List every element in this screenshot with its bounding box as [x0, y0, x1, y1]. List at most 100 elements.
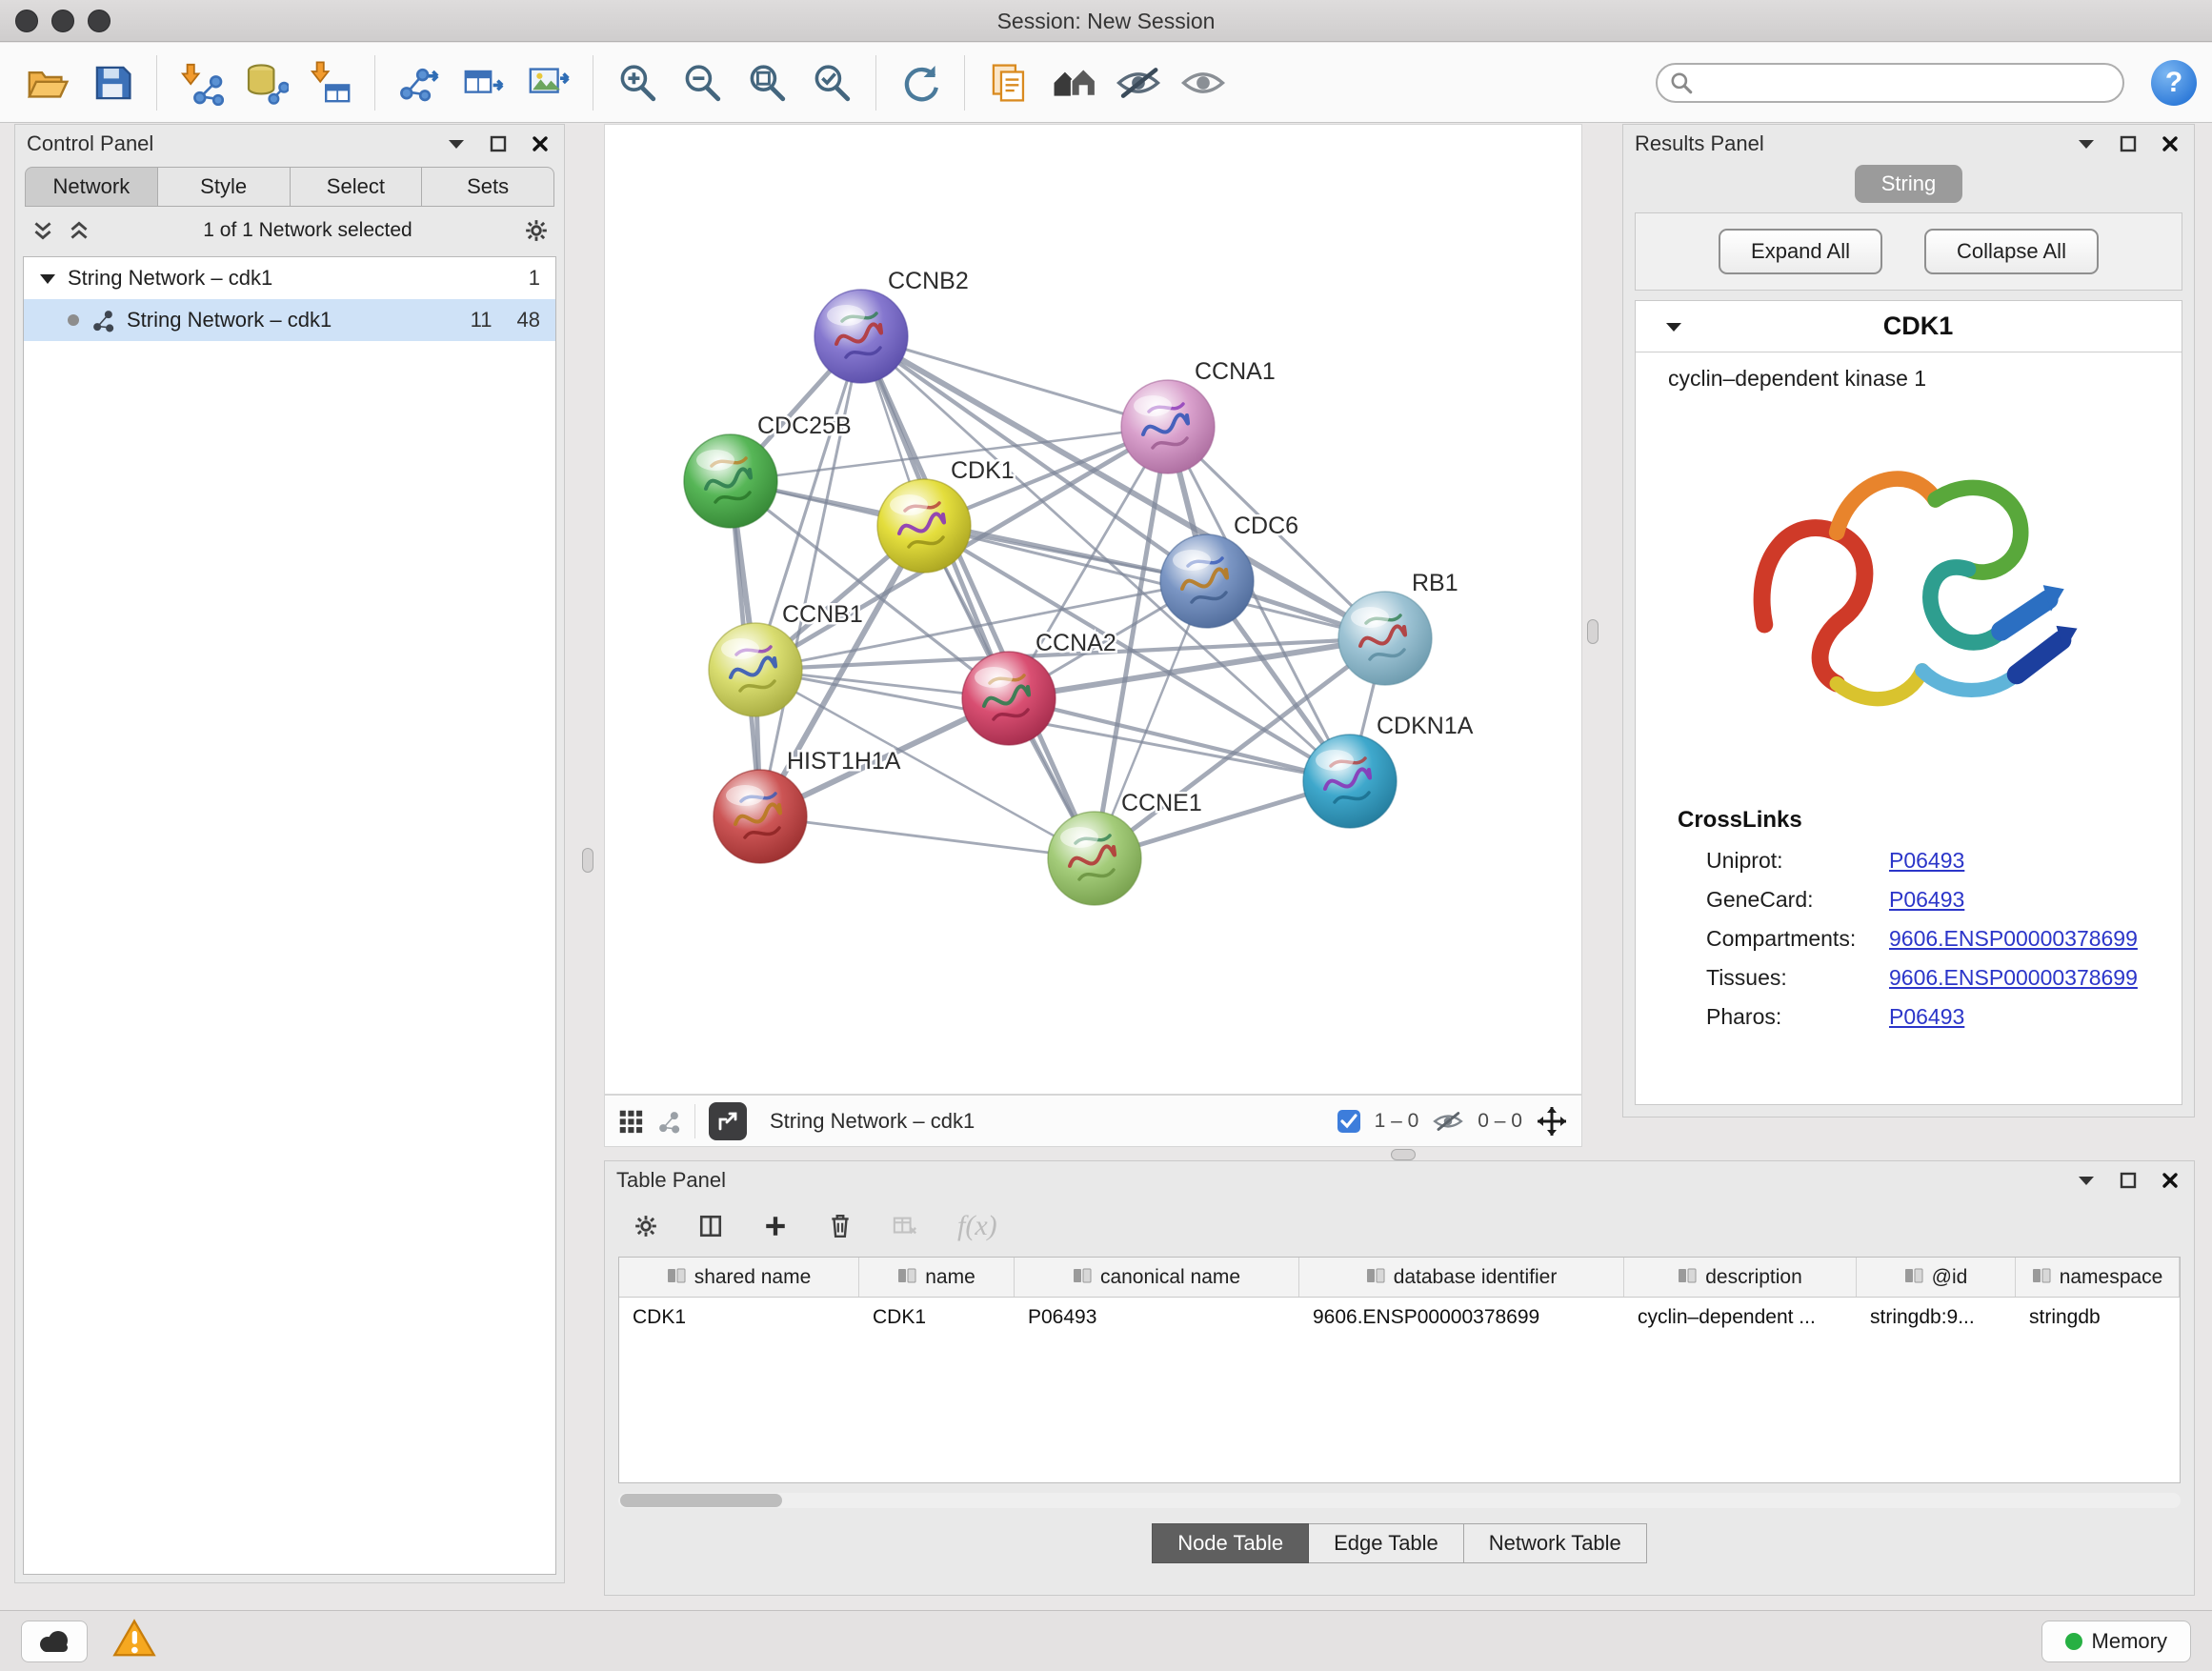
export-network-button[interactable]: [392, 56, 446, 110]
export-table-button[interactable]: [457, 56, 511, 110]
pan-crosshair-icon[interactable]: [1536, 1105, 1568, 1137]
column-header-namespace[interactable]: namespace: [2016, 1258, 2180, 1297]
memory-button[interactable]: Memory: [2041, 1621, 2191, 1662]
show-graphics-details-button[interactable]: [1176, 56, 1230, 110]
tab-network-table[interactable]: Network Table: [1464, 1523, 1647, 1563]
memory-label: Memory: [2092, 1629, 2167, 1654]
apply-layout-button[interactable]: [894, 56, 947, 110]
zoom-fit-button[interactable]: [740, 56, 794, 110]
table-cell[interactable]: CDK1: [619, 1298, 859, 1338]
scrollbar-thumb[interactable]: [620, 1494, 782, 1507]
network-share-button[interactable]: [656, 1109, 681, 1134]
float-panel-button[interactable]: [444, 131, 469, 156]
bottom-splitter-handle[interactable]: [1391, 1149, 1416, 1160]
command-documents-button[interactable]: [982, 56, 1036, 110]
network-node-CDKN1A[interactable]: CDKN1A: [1303, 713, 1474, 828]
maximize-panel-button[interactable]: [2116, 131, 2141, 156]
tab-edge-table[interactable]: Edge Table: [1309, 1523, 1464, 1563]
add-column-button[interactable]: [763, 1214, 788, 1238]
home-button[interactable]: [1047, 56, 1100, 110]
zoom-out-button[interactable]: [675, 56, 729, 110]
column-header-database-identifier[interactable]: database identifier: [1299, 1258, 1624, 1297]
cloud-status-button[interactable]: [21, 1621, 88, 1662]
tab-string[interactable]: String: [1855, 165, 1962, 203]
crosslink-value[interactable]: P06493: [1889, 848, 1964, 874]
show-columns-button[interactable]: [698, 1214, 723, 1238]
close-panel-button[interactable]: [528, 131, 553, 156]
open-in-new-window-button[interactable]: [709, 1102, 747, 1140]
node-label: CDK1: [951, 457, 1015, 484]
column-header-canonical-name[interactable]: canonical name: [1015, 1258, 1299, 1297]
export-image-icon: [526, 60, 572, 106]
network-edge[interactable]: [760, 816, 1095, 858]
network-edge[interactable]: [861, 336, 1168, 427]
network-node-CCNB1[interactable]: CCNB1: [709, 601, 863, 716]
close-panel-button[interactable]: [2158, 131, 2182, 156]
birdseye-view-button[interactable]: [618, 1109, 643, 1134]
network-node-RB1[interactable]: RB1: [1338, 570, 1458, 685]
collapse-all-button[interactable]: Collapse All: [1924, 229, 2099, 274]
zoom-selected-button[interactable]: [805, 56, 858, 110]
warnings-indicator[interactable]: [112, 1619, 156, 1663]
import-table-button[interactable]: [304, 56, 357, 110]
float-panel-button[interactable]: [2074, 1168, 2099, 1193]
save-session-button[interactable]: [86, 56, 139, 110]
export-image-button[interactable]: [522, 56, 575, 110]
left-splitter-handle[interactable]: [582, 848, 593, 873]
table-row[interactable]: CDK1CDK1P064939606.ENSP00000378699cyclin…: [619, 1298, 2180, 1338]
crosslink-value[interactable]: P06493: [1889, 887, 1964, 913]
network-node-CCNB2[interactable]: CCNB2: [814, 268, 969, 383]
collapse-tree-button[interactable]: [67, 218, 91, 243]
network-options-gear-button[interactable]: [524, 218, 549, 243]
table-cell[interactable]: stringdb:9...: [1857, 1298, 2016, 1338]
column-header-shared-name[interactable]: shared name: [619, 1258, 859, 1297]
table-options-gear-button[interactable]: [633, 1214, 658, 1238]
network-node-CDK1[interactable]: CDK1: [877, 457, 1015, 573]
crosslink-value[interactable]: 9606.ENSP00000378699: [1889, 965, 2138, 991]
hide-graphics-details-button[interactable]: [1112, 56, 1165, 110]
zoom-in-button[interactable]: [611, 56, 664, 110]
maximize-panel-button[interactable]: [486, 131, 511, 156]
tab-select[interactable]: Select: [291, 167, 423, 207]
help-button[interactable]: ?: [2151, 60, 2197, 106]
tab-network[interactable]: Network: [25, 167, 158, 207]
hidden-eye-slash-icon[interactable]: [1432, 1108, 1464, 1135]
crosslink-value[interactable]: P06493: [1889, 1004, 1964, 1030]
right-splitter-handle[interactable]: [1587, 619, 1599, 644]
network-node-CCNA1[interactable]: CCNA1: [1121, 358, 1276, 473]
column-header-name[interactable]: name: [859, 1258, 1015, 1297]
import-network-database-button[interactable]: [239, 56, 292, 110]
network-node-HIST1H1A[interactable]: HIST1H1A: [714, 748, 901, 863]
table-cell[interactable]: cyclin–dependent ...: [1624, 1298, 1857, 1338]
expand-tree-button[interactable]: [30, 218, 55, 243]
table-horizontal-scrollbar[interactable]: [618, 1493, 2181, 1508]
tab-node-table[interactable]: Node Table: [1152, 1523, 1309, 1563]
table-cell[interactable]: 9606.ENSP00000378699: [1299, 1298, 1624, 1338]
table-cell[interactable]: P06493: [1015, 1298, 1299, 1338]
network-collection-row[interactable]: String Network – cdk1 1: [24, 257, 555, 299]
search-input[interactable]: [1656, 63, 2124, 103]
expand-all-button[interactable]: Expand All: [1719, 229, 1882, 274]
network-edge[interactable]: [760, 336, 861, 816]
open-session-button[interactable]: [21, 56, 74, 110]
import-network-file-button[interactable]: [174, 56, 228, 110]
table-cell[interactable]: stringdb: [2016, 1298, 2180, 1338]
network-canvas[interactable]: CCNB2CCNA1CDC25BCDK1CDC6RB1CCNB1CCNA2CDK…: [604, 124, 1582, 1095]
column-header-description[interactable]: description: [1624, 1258, 1857, 1297]
maximize-panel-button[interactable]: [2116, 1168, 2141, 1193]
delete-column-button[interactable]: [828, 1214, 853, 1238]
network-node-CDC6[interactable]: CDC6: [1160, 513, 1298, 628]
results-content: CDK1 cyclin–dependent kinase 1 CrossLink…: [1635, 300, 2182, 1105]
node-entry-header[interactable]: CDK1: [1636, 301, 2182, 352]
tab-style[interactable]: Style: [158, 167, 291, 207]
network-row[interactable]: String Network – cdk1 11 48: [24, 299, 555, 341]
selected-checkbox-icon[interactable]: [1337, 1109, 1361, 1134]
close-panel-button[interactable]: [2158, 1168, 2182, 1193]
tab-sets[interactable]: Sets: [422, 167, 554, 207]
crosslink-value[interactable]: 9606.ENSP00000378699: [1889, 926, 2138, 952]
float-panel-button[interactable]: [2074, 131, 2099, 156]
network-edge[interactable]: [861, 336, 1095, 858]
column-header--id[interactable]: @id: [1857, 1258, 2016, 1297]
zoom-in-icon: [614, 60, 660, 106]
table-cell[interactable]: CDK1: [859, 1298, 1015, 1338]
